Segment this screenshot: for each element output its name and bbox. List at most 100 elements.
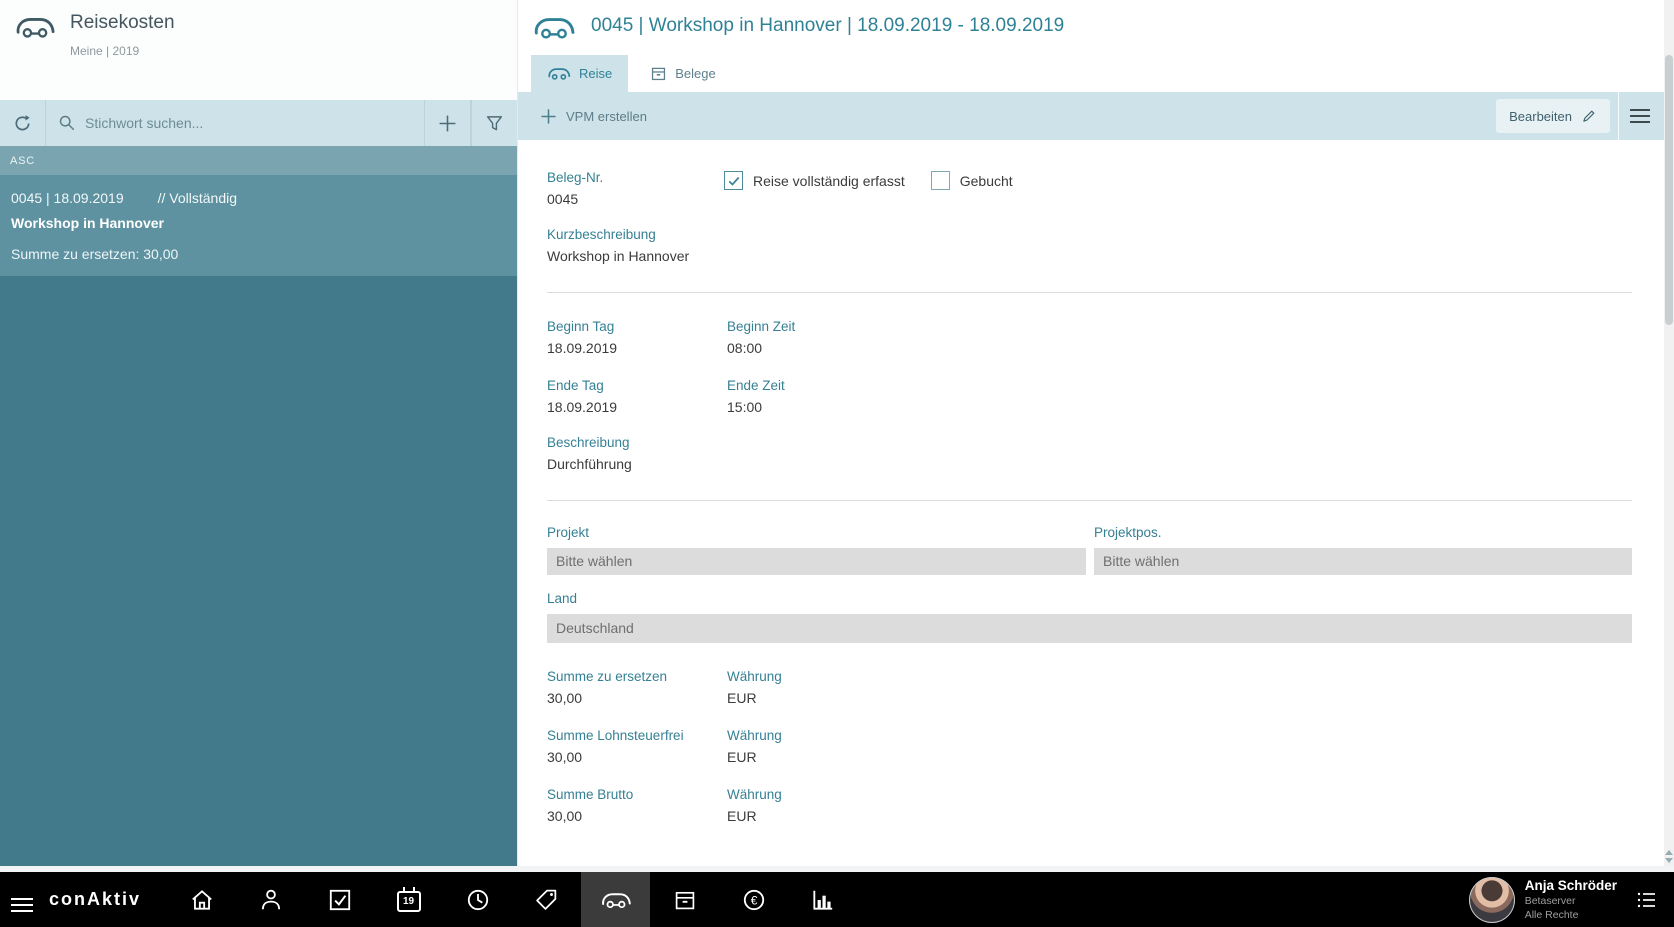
status-checkboxes: Reise vollständig erfasst Gebucht [724, 171, 1013, 190]
sort-bar[interactable]: ASC [0, 146, 517, 175]
nav-calendar[interactable]: 19 [374, 872, 443, 927]
vertical-scrollbar[interactable] [1664, 0, 1674, 866]
record-header: 0045 | Workshop in Hannover | 18.09.2019… [518, 0, 1674, 52]
plus-icon [540, 108, 557, 125]
record-title: 0045 | Workshop in Hannover | 18.09.2019… [591, 15, 1065, 36]
list-item-selected[interactable]: 0045 | 18.09.2019 // Vollständig Worksho… [0, 175, 517, 276]
toolbar-menu-button[interactable] [1618, 92, 1660, 140]
land-field: Land Deutschland [547, 591, 1632, 643]
svg-text:€: € [750, 893, 757, 907]
search-input[interactable] [85, 115, 424, 131]
edit-label: Bearbeiten [1509, 108, 1572, 124]
divider [547, 500, 1632, 501]
add-record-button[interactable] [425, 100, 471, 146]
session-list-button[interactable] [1635, 888, 1659, 912]
euro-icon: € [741, 887, 767, 913]
search-field[interactable] [46, 100, 425, 146]
record-form: Beleg-Nr. 0045 Reise vollständig erfasst [518, 140, 1674, 866]
user-avatar[interactable] [1468, 876, 1515, 923]
car-icon [600, 890, 632, 910]
checkbox-reise-vollstaendig[interactable] [724, 171, 743, 190]
filter-button[interactable] [471, 100, 517, 146]
car-icon [547, 66, 571, 81]
tab-reise[interactable]: Reise [531, 55, 629, 92]
beginn-zeit-field: Beginn Zeit 08:00 [727, 319, 796, 356]
record-toolbar: VPM erstellen Bearbeiten [518, 92, 1674, 140]
user-name: Anja Schröder [1524, 877, 1617, 893]
summe-brutto-field: Summe Brutto 30,00 [547, 787, 634, 824]
nav-time-tracking[interactable] [443, 872, 512, 927]
pencil-icon [1581, 108, 1597, 124]
task-check-icon [327, 887, 353, 913]
sidebar-header-text: Reisekosten Meine | 2019 [70, 12, 175, 58]
item-status: // Vollständig [157, 190, 238, 206]
beginn-tag-field: Beginn Tag 18.09.2019 [547, 319, 618, 356]
car-icon [14, 14, 56, 40]
nav-belege[interactable] [650, 872, 719, 927]
beschreibung-value: Durchführung [547, 456, 632, 472]
scroll-up-icon[interactable] [1665, 850, 1673, 855]
waehrung-field: Währung EUR [727, 669, 782, 706]
checkbox-gebucht[interactable] [930, 171, 950, 190]
tab-label: Belege [675, 66, 716, 81]
land-select[interactable]: Deutschland [547, 614, 1632, 643]
nav-reisekosten[interactable] [581, 872, 651, 927]
sidebar: Reisekosten Meine | 2019 Stichwort suche… [0, 0, 518, 866]
nav-tags[interactable] [512, 872, 581, 927]
projektpos-select[interactable]: Bitte wählen [1094, 548, 1632, 575]
nav-home[interactable] [167, 872, 236, 927]
module-nav: 19 € [167, 872, 857, 927]
nav-contacts[interactable] [236, 872, 305, 927]
summe-lohnsteuerfrei-field: Summe Lohnsteuerfrei 30,00 [547, 728, 684, 765]
beschreibung-label: Beschreibung [547, 435, 630, 450]
waehrung-field: Währung EUR [727, 728, 782, 765]
checkbox-label: Reise vollständig erfasst [753, 172, 905, 189]
scrollbar-arrows[interactable] [1664, 850, 1674, 863]
search-toolbar [0, 100, 517, 146]
content-area: Reisekosten Meine | 2019 Stichwort suche… [0, 0, 1674, 866]
receipts-box-icon [673, 888, 697, 912]
tag-icon [534, 887, 559, 912]
nav-tasks[interactable] [305, 872, 374, 927]
receipts-box-icon [650, 65, 667, 82]
vpm-create-label: VPM erstellen [566, 108, 647, 124]
item-title: Workshop in Hannover [11, 215, 164, 231]
user-rights: Alle Rechte [1524, 908, 1579, 921]
refresh-icon [13, 114, 32, 133]
person-icon [258, 887, 284, 913]
detail-panel: 0045 | Workshop in Hannover | 18.09.2019… [518, 0, 1674, 866]
vpm-create-button[interactable]: VPM erstellen [540, 108, 647, 125]
check-icon [727, 174, 741, 188]
hamburger-icon [1629, 109, 1650, 123]
beleg-nr-value: 0045 [547, 191, 579, 207]
projekt-select[interactable]: Bitte wählen [547, 548, 1086, 575]
tab-belege[interactable]: Belege [634, 55, 732, 92]
nav-finances[interactable]: € [719, 872, 788, 927]
scroll-down-icon[interactable] [1665, 858, 1673, 863]
refresh-button[interactable] [0, 100, 46, 146]
projekt-field: Projekt Bitte wählen [547, 525, 1086, 575]
sort-label: ASC [10, 154, 36, 167]
home-icon [189, 887, 215, 913]
sidebar-empty-area [0, 276, 517, 866]
nav-reports[interactable] [788, 872, 857, 927]
waehrung-field: Währung EUR [727, 787, 782, 824]
module-subtitle: Meine | 2019 [70, 44, 140, 58]
tab-label: Reise [579, 66, 613, 81]
car-icon [532, 14, 576, 41]
main-menu-button[interactable] [11, 888, 33, 912]
edit-button[interactable]: Bearbeiten [1496, 99, 1610, 133]
kurzbeschreibung-label: Kurzbeschreibung [547, 227, 656, 242]
item-summary: Summe zu ersetzen: 30,00 [11, 246, 179, 262]
conaktiv-logo: conAktiv [49, 889, 142, 909]
kurzbeschreibung-value: Workshop in Hannover [547, 248, 690, 264]
plus-icon [438, 114, 457, 133]
scrollbar-thumb[interactable] [1665, 55, 1673, 325]
filter-icon [485, 114, 504, 133]
item-id-date: 0045 | 18.09.2019 [11, 190, 124, 206]
bottom-navigation-bar: conAktiv 19 € Anja Schröder Betaserver A… [0, 872, 1674, 927]
bar-chart-icon [810, 887, 836, 913]
user-area: Anja Schröder Betaserver Alle Rechte [1468, 876, 1674, 923]
hamburger-icon [11, 897, 33, 912]
toolbar-right-group: Bearbeiten [1496, 92, 1660, 140]
